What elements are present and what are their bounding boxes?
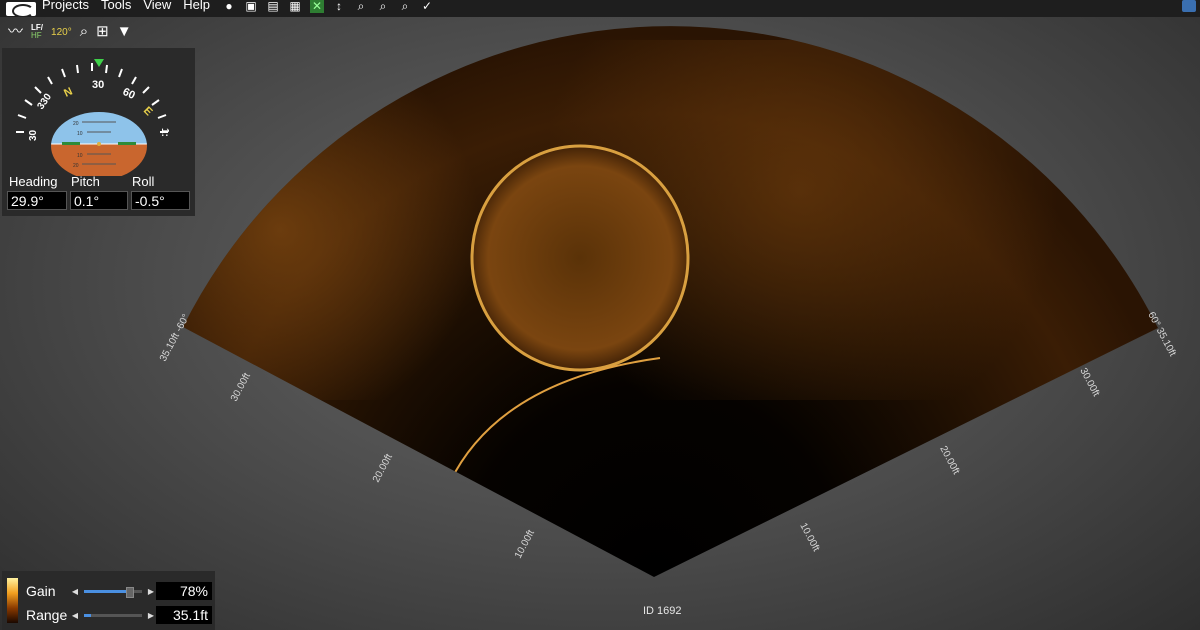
app-logo <box>6 1 36 16</box>
color-palette-bar[interactable] <box>7 578 18 623</box>
range-slider-fill <box>84 613 91 617</box>
range-label-right: 10.00ft <box>797 521 821 553</box>
heading-label: Heading <box>9 174 58 189</box>
range-label-right: 20.00ft <box>937 444 961 476</box>
cursor-tool-icon[interactable]: ✕ <box>310 0 325 13</box>
pitch-value: 0.1° <box>70 191 128 210</box>
range-decrease-icon[interactable]: ◀ <box>70 611 80 620</box>
ground-area <box>51 144 147 180</box>
pitch-tick-label: 20 <box>73 163 79 169</box>
zoom-in-icon[interactable]: ⌕ <box>354 0 368 13</box>
attitude-panel: 20 10 10 20 330 N 30 60 E 30 1: Heading … <box>2 48 195 216</box>
frequency-toggle[interactable]: LF/ HF <box>31 24 43 40</box>
sonar-search-icon[interactable]: ⌕ <box>80 22 88 42</box>
layout-icon[interactable]: ▦ <box>288 0 302 13</box>
compass-label: 330 <box>35 91 54 111</box>
save-icon[interactable]: ▣ <box>244 0 258 13</box>
compass-label-north: N <box>62 85 74 99</box>
range-label-left: 20.00ft <box>371 452 395 484</box>
pitch-tick-label: 20 <box>73 121 79 127</box>
compass-label: 1: <box>159 128 170 137</box>
gain-slider-fill <box>84 589 130 593</box>
range-label-left: 10.00ft <box>513 528 537 560</box>
zoom-out-icon[interactable]: ⌕ <box>376 0 390 13</box>
check-icon[interactable]: ✓ <box>420 0 434 13</box>
beam-angle-label[interactable]: 120° <box>51 27 72 38</box>
export-icon[interactable]: ▤ <box>266 0 280 13</box>
range-label-right-edge: 60° 35.10ft <box>1145 310 1178 358</box>
pitch-label: Pitch <box>71 174 100 189</box>
attitude-indicator: 20 10 10 20 330 N 30 60 E 30 1: <box>16 59 170 180</box>
range-slider[interactable] <box>84 613 142 617</box>
measure-tool-icon[interactable]: ↕ <box>332 0 346 13</box>
frequency-hf-label: HF <box>31 31 42 40</box>
heading-pointer-icon <box>94 59 104 67</box>
gain-label: Gain <box>26 583 56 599</box>
gain-slider-thumb[interactable] <box>126 586 135 598</box>
gain-value: 78% <box>156 582 212 600</box>
compass-label: 30 <box>92 79 104 91</box>
range-label-left: 30.00ft <box>229 371 253 403</box>
gain-range-panel: Gain ◀ ▶ 78% Range ◀ ▶ 35.1ft <box>2 571 215 630</box>
range-increase-icon[interactable]: ▶ <box>146 611 156 620</box>
gain-increase-icon[interactable]: ▶ <box>146 587 156 596</box>
range-label-left-edge: 35.10ft -60° <box>158 312 192 363</box>
sonar-arc-return <box>449 357 661 483</box>
sonar-target-disc <box>470 144 690 372</box>
heading-value: 29.9° <box>7 191 67 210</box>
menu-projects[interactable]: Projects <box>42 0 89 12</box>
range-row: Range ◀ ▶ 35.1ft <box>26 605 212 625</box>
range-label: Range <box>26 607 68 623</box>
gain-row: Gain ◀ ▶ 78% <box>26 581 212 601</box>
pitch-tick-label: 10 <box>77 153 83 159</box>
menu-tools[interactable]: Tools <box>101 0 131 12</box>
pitch-tick-label: 10 <box>77 131 83 137</box>
range-label-right: 30.00ft <box>1077 366 1101 398</box>
menu-bar: Projects Tools View Help ● ▣ ▤ ▦ ✕ ↕ ⌕ ⌕… <box>0 0 1200 17</box>
compass-label: 30 <box>28 129 39 141</box>
range-value: 35.1ft <box>156 606 212 624</box>
filter-icon[interactable]: ▼ <box>117 22 132 42</box>
sonar-fan <box>183 26 1158 578</box>
roll-label: Roll <box>132 174 155 189</box>
roll-value: -0.5° <box>131 191 190 210</box>
grid-icon[interactable]: ⊞ <box>96 22 109 42</box>
gain-decrease-icon[interactable]: ◀ <box>70 587 80 596</box>
compass-label-east: E <box>141 105 155 119</box>
menu-view[interactable]: View <box>143 0 171 12</box>
record-icon[interactable]: ● <box>222 0 236 13</box>
sonar-toolbar: 〰 LF/ HF 120° ⌕ ⊞ ▼ <box>8 20 132 44</box>
gain-slider[interactable] <box>84 586 142 598</box>
menu-help[interactable]: Help <box>183 0 210 12</box>
sonar-id-label: ID 1692 <box>643 605 682 617</box>
window-control-icon[interactable] <box>1182 0 1196 12</box>
waveform-icon[interactable]: 〰 <box>8 22 23 42</box>
compass-label: 60 <box>121 86 137 102</box>
zoom-fit-icon[interactable]: ⌕ <box>398 0 412 13</box>
